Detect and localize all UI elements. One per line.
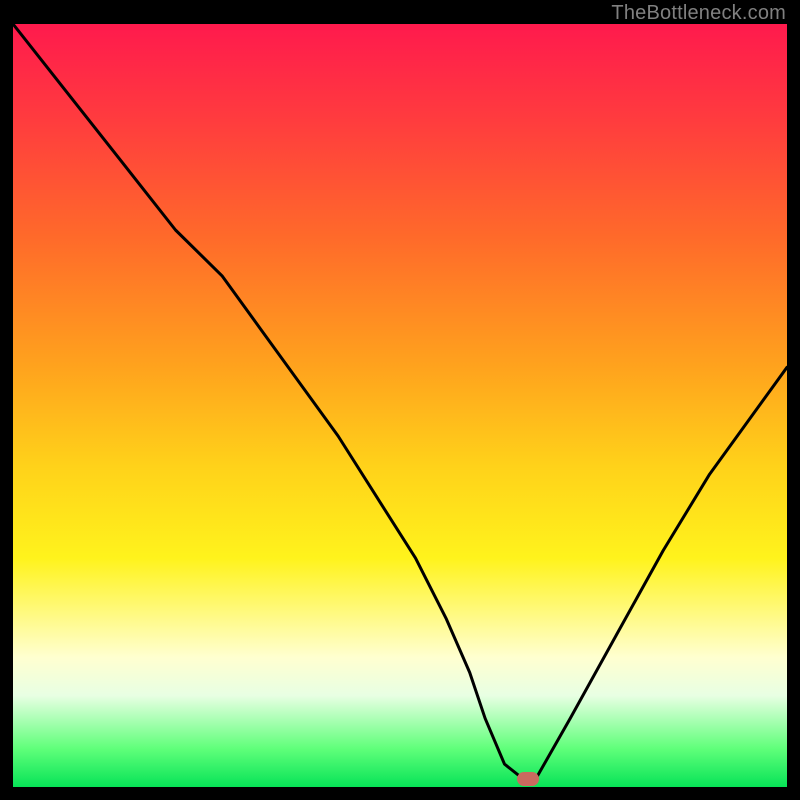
plot-area (13, 24, 787, 787)
watermark-text: TheBottleneck.com (611, 2, 786, 25)
chart-frame: TheBottleneck.com (0, 0, 800, 800)
bottleneck-curve (13, 24, 787, 787)
optimal-marker (517, 772, 539, 786)
